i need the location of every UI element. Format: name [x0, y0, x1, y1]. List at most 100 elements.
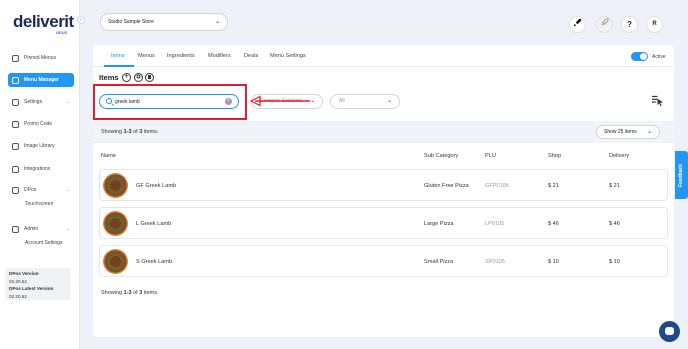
summary-suffix: items.	[142, 290, 159, 296]
results-summary-bottom: Showing 1-3 of 3 items.	[101, 290, 159, 296]
results-summary-bar: Showing 1-3 of 3 items. Show 25 items ⌄	[93, 121, 674, 143]
chevron-down-icon: ⌄	[214, 19, 220, 25]
sidebar-item-label: Integrations	[24, 166, 51, 172]
item-plu: GFP0105	[485, 183, 509, 189]
sidebar-item-promo-code[interactable]: Promo Code	[8, 117, 74, 131]
launch-button[interactable]	[596, 16, 613, 33]
select-tool-button[interactable]	[651, 94, 664, 110]
brand-logo[interactable]: deliverit	[13, 12, 74, 32]
table-row[interactable]: GF Greek Lamb Gluten Free Pizza GFP0105 …	[99, 169, 668, 201]
sidebar-item-label: Pinned Menus	[24, 55, 56, 61]
tab-menus[interactable]: Menus	[138, 53, 155, 59]
item-name: GF Greek Lamb	[136, 183, 177, 189]
menu-icon	[12, 76, 19, 84]
trash-icon	[148, 75, 151, 79]
sidebar-item-label: Settings	[24, 99, 43, 105]
summary-suffix: items.	[142, 129, 159, 135]
item-shop-price: $ 46	[548, 221, 559, 227]
item-thumbnail	[103, 173, 128, 198]
settings-item-button[interactable]	[134, 73, 143, 82]
sidebar-subitem-account-settings[interactable]: Account Settings	[25, 240, 63, 246]
active-tab-indicator	[104, 65, 134, 67]
sidebar-item-label: Admin	[24, 226, 39, 232]
annotation-arrow	[250, 95, 310, 107]
summary-range: 1-3	[123, 290, 132, 296]
tag-icon	[12, 120, 19, 128]
results-summary: Showing 1-3 of 3 items.	[101, 129, 159, 135]
gear-icon	[136, 74, 141, 79]
search-field[interactable]: ×	[99, 94, 239, 109]
pin-icon	[12, 54, 19, 62]
tab-modifiers[interactable]: Modifiers	[208, 53, 231, 59]
tab-bar: Items Menus Ingredients Modifiers Deals …	[93, 45, 674, 67]
plug-icon	[12, 165, 19, 173]
page-size-select[interactable]: Show 25 items ⌄	[596, 125, 660, 139]
latest-version-label: DPos Latest Version	[9, 286, 54, 292]
sidebar: deliverit GEUS ‹ Pinned Menus Menu Manag…	[0, 0, 85, 349]
item-sub-category: Small Pizza	[424, 259, 454, 265]
user-avatar[interactable]: R	[646, 16, 663, 33]
column-header-name: Name	[101, 153, 116, 159]
rocket-icon	[573, 18, 582, 27]
sidebar-item-admin[interactable]: Admin ⌄	[8, 222, 74, 236]
sidebar-collapse-button[interactable]: ‹	[77, 16, 85, 24]
rocket-button[interactable]	[569, 16, 586, 33]
store-select[interactable]: Studio Sample Store ⌄	[100, 13, 228, 31]
chevron-down-icon: ⌄	[646, 129, 652, 135]
item-plu: LP0105	[485, 221, 505, 227]
cursor-list-icon	[651, 95, 664, 107]
pos-icon	[12, 186, 19, 194]
chat-launcher-button[interactable]	[659, 321, 680, 342]
item-sub-category: Large Pizza	[424, 221, 454, 227]
summary-range: 1-3	[123, 129, 132, 135]
feedback-tab[interactable]: Feedback	[675, 151, 688, 199]
brand-sub: GEUS	[56, 30, 68, 35]
column-header-sub-category: Sub Category	[424, 153, 459, 159]
active-toggle-label: Active	[652, 54, 666, 60]
item-sub-category: Gluten Free Pizza	[424, 183, 469, 189]
tab-menu-settings[interactable]: Menu Settings	[270, 53, 306, 59]
summary-prefix: Showing	[101, 129, 124, 135]
main-panel: Items Menus Ingredients Modifiers Deals …	[93, 45, 674, 337]
sidebar-item-menu-manager[interactable]: Menu Manager	[8, 73, 74, 87]
sidebar-subitem-touchscreen[interactable]: Touchscreen	[25, 201, 53, 207]
sidebar-item-dpos[interactable]: DPos ⌄	[8, 183, 74, 197]
delete-item-button[interactable]	[145, 73, 154, 82]
sidebar-item-image-library[interactable]: Image Library	[8, 139, 74, 153]
table-row[interactable]: L Greek Lamb Large Pizza LP0105 $ 46 $ 4…	[99, 207, 668, 239]
image-icon	[12, 142, 19, 150]
tab-deals[interactable]: Deals	[244, 53, 258, 59]
active-toggle[interactable]	[631, 52, 648, 61]
sidebar-item-integrations[interactable]: Integrations	[8, 162, 74, 176]
section-title: Items	[99, 73, 119, 82]
item-delivery-price: $ 46	[609, 221, 620, 227]
item-name: S Greek Lamb	[136, 259, 173, 265]
item-plu: SP0105	[485, 259, 505, 265]
add-item-button[interactable]: +	[122, 73, 131, 82]
sidebar-item-label: Image Library	[24, 143, 55, 149]
item-delivery-price: $ 21	[609, 183, 620, 189]
tab-items[interactable]: Items	[111, 53, 125, 59]
column-header-delivery: Delivery	[609, 153, 630, 159]
chevron-down-icon: ⌄	[65, 187, 70, 193]
sidebar-item-settings[interactable]: Settings ⌄	[8, 95, 74, 109]
column-header-shop: Shop	[548, 153, 562, 159]
item-name: L Greek Lamb	[136, 221, 172, 227]
clear-search-icon[interactable]: ×	[225, 98, 232, 105]
status-select[interactable]: All ⌄	[330, 94, 400, 109]
tab-ingredients[interactable]: Ingredients	[167, 53, 195, 59]
table-row[interactable]: S Greek Lamb Small Pizza SP0105 $ 10 $ 1…	[99, 245, 668, 277]
help-button[interactable]: ?	[621, 16, 638, 33]
chevron-down-icon: ⌄	[386, 98, 392, 104]
user-icon	[12, 225, 19, 233]
sidebar-item-pinned-menus[interactable]: Pinned Menus	[8, 51, 74, 65]
search-input[interactable]	[115, 97, 225, 107]
version-info: DPos Version 02.20.62 DPos Latest Versio…	[5, 268, 71, 300]
sidebar-item-label: Menu Manager	[24, 77, 60, 83]
status-selected: All	[339, 98, 345, 104]
item-shop-price: $ 10	[548, 259, 559, 265]
item-delivery-price: $ 10	[609, 259, 620, 265]
summary-prefix: Showing	[101, 290, 124, 296]
gear-icon	[12, 98, 19, 106]
chevron-down-icon: ⌄	[65, 226, 70, 232]
